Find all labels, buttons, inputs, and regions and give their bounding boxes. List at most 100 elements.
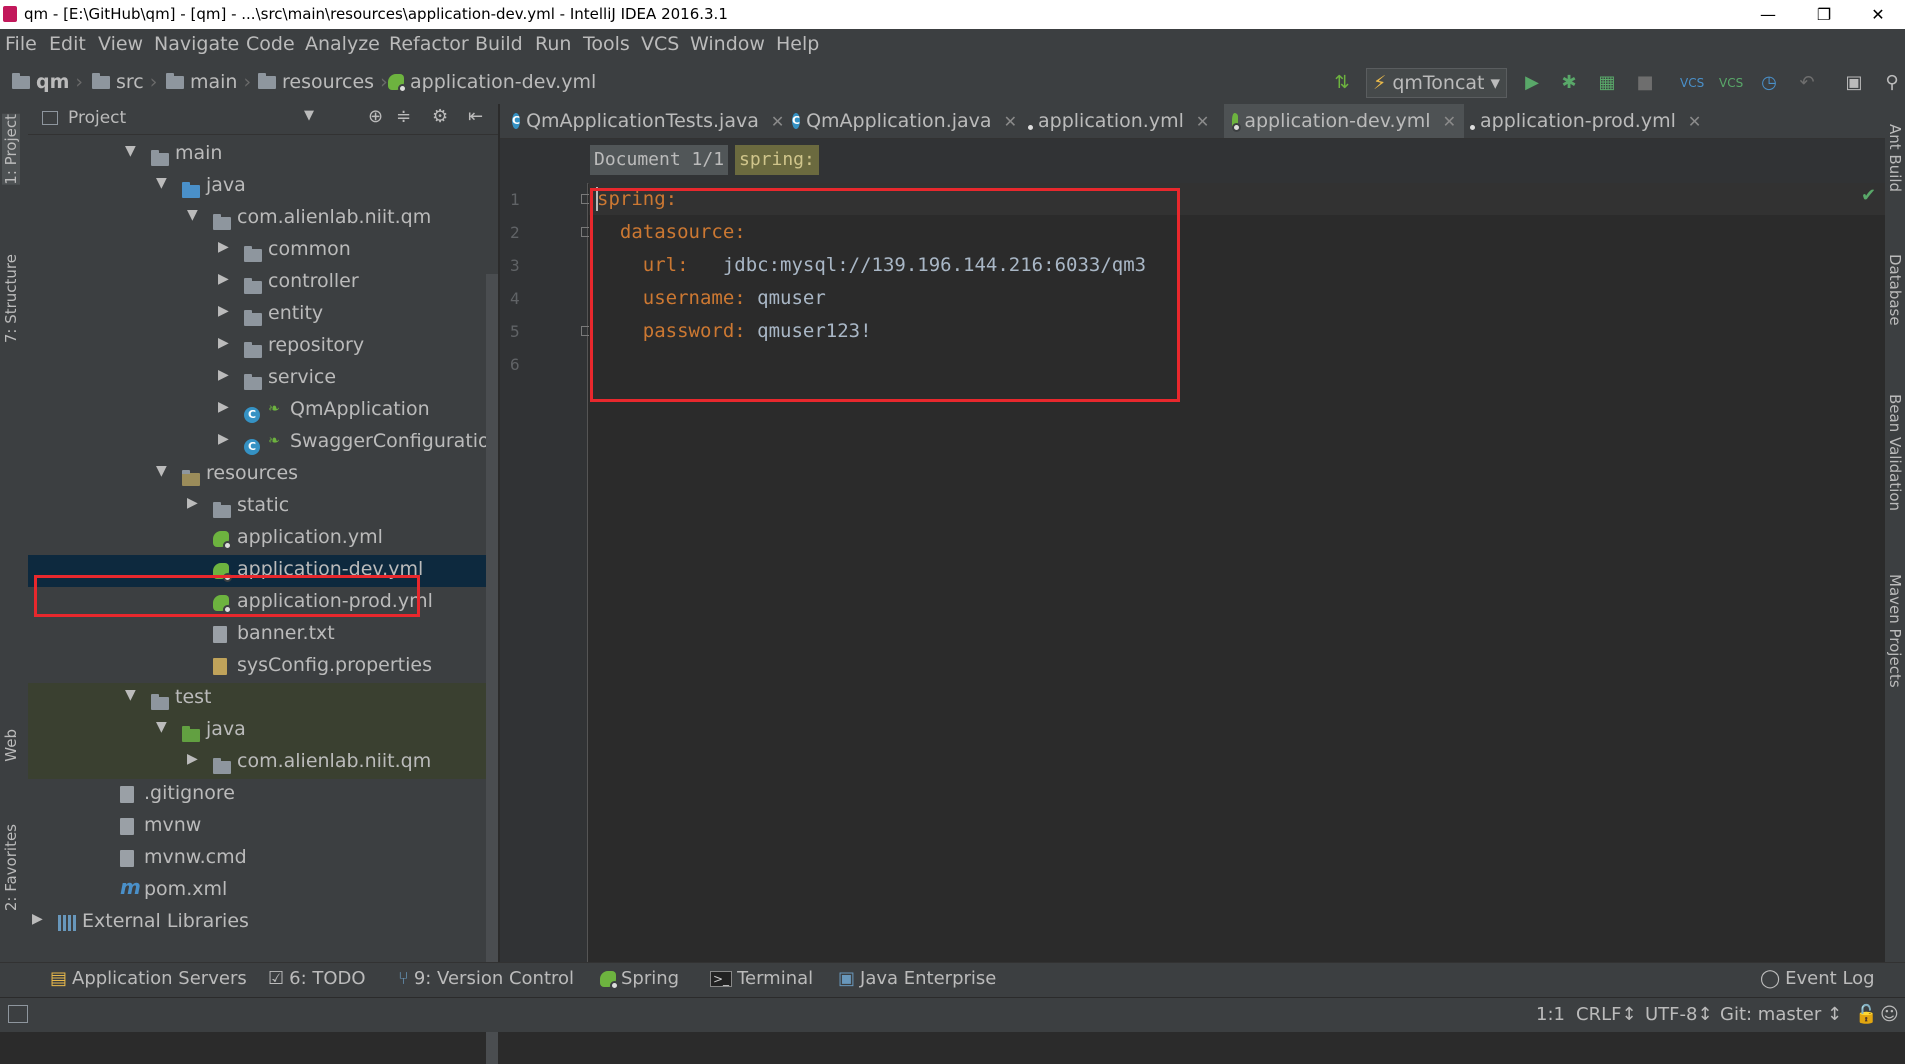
tree-item[interactable]: ▶ repository <box>28 331 498 363</box>
nav-crumb-main[interactable]: main › <box>166 71 251 93</box>
tree-item[interactable]: ▼ com.alienlab.niit.qm <box>28 203 498 235</box>
tool-tab-favorites[interactable]: 2: Favorites <box>2 824 20 911</box>
close-icon[interactable]: ✕ <box>1688 112 1701 131</box>
tool-terminal[interactable]: >_ Terminal <box>710 968 813 989</box>
expanded-arrow-icon[interactable]: ▼ <box>156 175 170 191</box>
vcs-commit-icon[interactable]: VCS <box>1719 71 1743 95</box>
menu-code[interactable]: Code <box>246 33 295 55</box>
collapsed-arrow-icon[interactable]: ▶ <box>187 495 201 511</box>
tree-item[interactable]: ▶ entity <box>28 299 498 331</box>
maximize-button[interactable]: ❐ <box>1796 0 1852 29</box>
debug-icon[interactable]: ✱ <box>1557 71 1581 95</box>
scroll-from-source-icon[interactable]: ⊕ <box>368 106 383 127</box>
stop-icon[interactable]: ■ <box>1633 71 1657 95</box>
tab-application-prod-yml[interactable]: application-prod.yml ✕ <box>1466 104 1708 138</box>
toggle-tool-windows-icon[interactable] <box>8 1005 28 1023</box>
collapsed-arrow-icon[interactable]: ▶ <box>218 303 232 319</box>
menu-edit[interactable]: Edit <box>49 33 86 55</box>
run-config-dropdown[interactable]: ⚡ qmToncat ▾ <box>1366 68 1508 98</box>
collapsed-arrow-icon[interactable]: ▶ <box>218 399 232 415</box>
git-branch[interactable]: Git: master ↕ <box>1720 1004 1842 1025</box>
tool-todo[interactable]: ☑ 6: TODO <box>268 968 366 989</box>
menu-window[interactable]: Window <box>690 33 765 55</box>
tree-item[interactable]: sysConfig.properties <box>28 651 498 683</box>
tree-item[interactable]: mvnw.cmd <box>28 843 498 875</box>
search-icon[interactable]: ⚲ <box>1880 71 1904 95</box>
tree-item[interactable]: .gitignore <box>28 779 498 811</box>
nav-crumb-file[interactable]: application-dev.yml <box>388 71 596 93</box>
tree-item[interactable]: ▶ service <box>28 363 498 395</box>
expanded-arrow-icon[interactable]: ▼ <box>187 207 201 223</box>
close-icon[interactable]: ✕ <box>1196 112 1209 131</box>
collapsed-arrow-icon[interactable]: ▶ <box>187 751 201 767</box>
close-icon[interactable]: ✕ <box>1443 112 1456 131</box>
lock-icon[interactable]: 🔓 <box>1855 1004 1877 1025</box>
menu-tools[interactable]: Tools <box>583 33 630 55</box>
tree-item[interactable]: ▶ common <box>28 235 498 267</box>
coverage-icon[interactable]: ▦ <box>1595 71 1619 95</box>
tool-tab-bean-validation[interactable]: Bean Validation <box>1886 394 1904 511</box>
collapsed-arrow-icon[interactable]: ▶ <box>218 335 232 351</box>
collapsed-arrow-icon[interactable]: ▶ <box>218 367 232 383</box>
tree-item[interactable]: ▶ com.alienlab.niit.qm <box>28 747 498 779</box>
revert-icon[interactable]: ↶ <box>1795 71 1819 95</box>
tool-event-log[interactable]: ◯ Event Log <box>1760 968 1875 989</box>
hide-panel-icon[interactable]: ⇤ <box>468 106 483 127</box>
collapsed-arrow-icon[interactable]: ▶ <box>218 431 232 447</box>
chevron-down-icon[interactable]: ▼ <box>304 108 314 123</box>
tool-spring[interactable]: Spring <box>600 968 679 990</box>
tree-item[interactable]: ▶ External Libraries <box>28 907 498 939</box>
tree-item[interactable]: ▼ test <box>28 683 498 715</box>
tree-item[interactable]: ▼ resources <box>28 459 498 491</box>
tool-tab-structure[interactable]: 7: Structure <box>2 254 20 343</box>
tab-qmapplicationtests[interactable]: C QmApplicationTests.java ✕ <box>504 104 784 138</box>
breadcrumb-node[interactable]: spring: <box>735 145 819 175</box>
menu-analyze[interactable]: Analyze <box>305 33 380 55</box>
menu-file[interactable]: File <box>5 33 37 55</box>
tree-item[interactable]: ▶ controller <box>28 267 498 299</box>
tree-item[interactable]: mvnw <box>28 811 498 843</box>
nav-crumb-qm[interactable]: qm › <box>12 71 83 93</box>
nav-crumb-src[interactable]: src › <box>92 71 157 93</box>
tool-version-control[interactable]: ⑂ 9: Version Control <box>398 968 574 989</box>
tree-scrollbar[interactable] <box>486 274 498 1064</box>
inspector-icon[interactable]: ☺ <box>1880 1004 1899 1025</box>
expanded-arrow-icon[interactable]: ▼ <box>156 719 170 735</box>
menu-refactor[interactable]: Refactor <box>389 33 469 55</box>
tree-item[interactable]: m pom.xml <box>28 875 498 907</box>
breadcrumb-document[interactable]: Document 1/1 <box>590 145 729 175</box>
expanded-arrow-icon[interactable]: ▼ <box>125 687 139 703</box>
file-encoding[interactable]: UTF-8↕ <box>1645 1004 1713 1025</box>
expanded-arrow-icon[interactable]: ▼ <box>125 143 139 159</box>
menu-view[interactable]: View <box>98 33 143 55</box>
tree-item[interactable]: ▶ C QmApplication ❧ <box>28 395 498 427</box>
tab-qmapplication[interactable]: C QmApplication.java ✕ <box>784 104 1017 138</box>
tool-java-enterprise[interactable]: ▣ Java Enterprise <box>838 968 996 989</box>
tree-item[interactable]: ▼ java <box>28 171 498 203</box>
run-icon[interactable]: ▶ <box>1520 71 1544 95</box>
tool-application-servers[interactable]: ▤ Application Servers <box>50 968 247 989</box>
tree-item[interactable]: ▼ main <box>28 139 498 171</box>
project-structure-icon[interactable]: ▣ <box>1842 71 1866 95</box>
tree-item[interactable]: banner.txt <box>28 619 498 651</box>
gear-icon[interactable]: ⚙ <box>432 106 448 127</box>
tool-tab-maven-projects[interactable]: Maven Projects <box>1886 574 1904 688</box>
collapsed-arrow-icon[interactable]: ▶ <box>32 911 46 927</box>
tab-application-dev-yml[interactable]: application-dev.yml ✕ <box>1224 104 1464 138</box>
menu-run[interactable]: Run <box>535 33 571 55</box>
tool-tab-web[interactable]: Web <box>2 729 20 762</box>
close-icon[interactable]: ✕ <box>771 112 784 131</box>
menu-navigate[interactable]: Navigate <box>154 33 239 55</box>
nav-crumb-resources[interactable]: resources › <box>258 71 388 93</box>
tree-item[interactable]: ▼ java <box>28 715 498 747</box>
project-panel-title[interactable]: Project <box>68 108 126 128</box>
tree-item[interactable]: ▶ static <box>28 491 498 523</box>
collapsed-arrow-icon[interactable]: ▶ <box>218 271 232 287</box>
tree-item[interactable]: ▶ C SwaggerConfiguration ❧ <box>28 427 498 459</box>
sort-icon[interactable]: ⇅ <box>1330 71 1354 95</box>
tool-tab-ant-build[interactable]: Ant Build <box>1886 124 1904 192</box>
close-button[interactable]: ✕ <box>1850 0 1905 29</box>
tab-application-yml[interactable]: application.yml ✕ <box>1024 104 1216 138</box>
expanded-arrow-icon[interactable]: ▼ <box>156 463 170 479</box>
line-separator[interactable]: CRLF↕ <box>1576 1004 1637 1025</box>
